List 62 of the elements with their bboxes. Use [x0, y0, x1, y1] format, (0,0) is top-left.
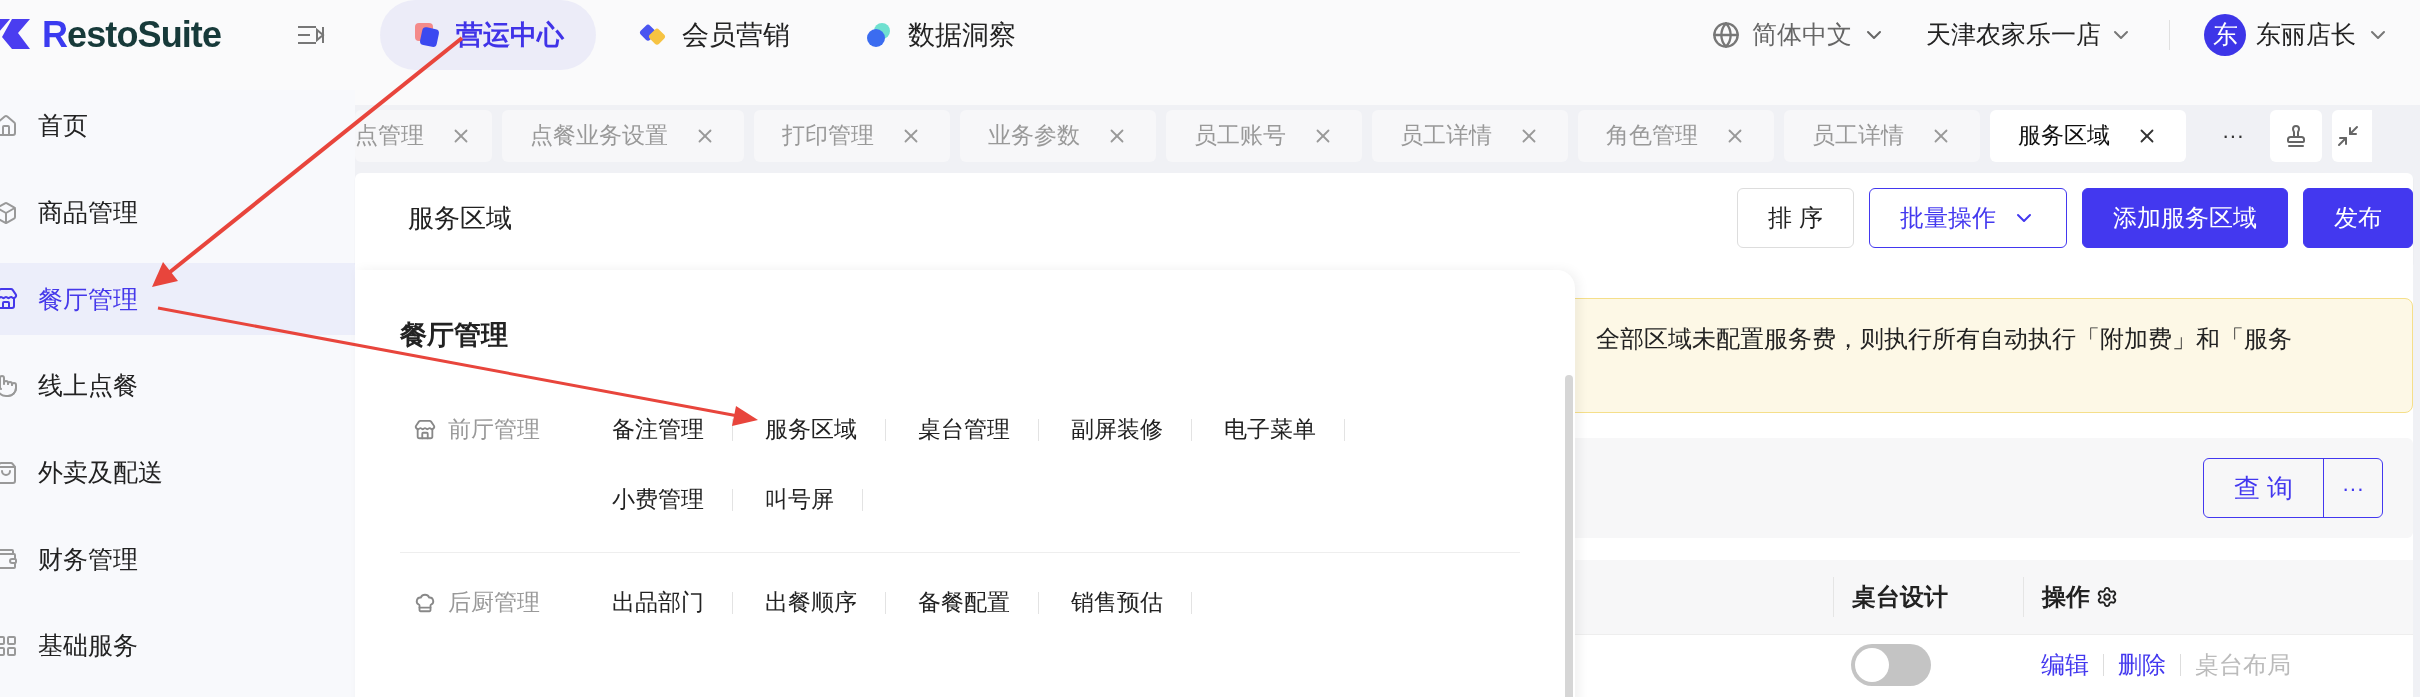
- more-tabs-button[interactable]: ···: [2216, 119, 2250, 152]
- row-action-link[interactable]: 编辑: [2041, 647, 2089, 683]
- menu-link[interactable]: 出餐顺序: [765, 585, 857, 620]
- sidebar-item[interactable]: 基础服务: [0, 610, 355, 683]
- sidebar-item[interactable]: 线上点餐: [0, 350, 355, 422]
- menu-link[interactable]: 小费管理: [612, 482, 704, 517]
- collapse-icon[interactable]: [296, 23, 327, 47]
- header-button[interactable]: 发布: [2303, 188, 2413, 248]
- header-button[interactable]: 排 序: [1737, 188, 1854, 248]
- menu-link[interactable]: 销售预估: [1071, 585, 1163, 620]
- minimize-button[interactable]: [2332, 109, 2372, 162]
- popup-title: 餐厅管理: [400, 319, 509, 352]
- store-icon: [0, 287, 18, 312]
- language-dropdown[interactable]: 简体中文: [1752, 16, 1886, 54]
- more-button[interactable]: ···: [2324, 459, 2382, 517]
- globe-icon: [1712, 21, 1740, 49]
- group-label: 前厅管理: [448, 415, 540, 445]
- toggle-switch[interactable]: [1851, 644, 1931, 686]
- page-title: 服务区域: [408, 201, 512, 235]
- top-nav-tab[interactable]: 会员营销: [606, 0, 822, 70]
- sidebar-item[interactable]: 餐厅管理: [0, 263, 355, 336]
- header-button[interactable]: 添加服务区域: [2082, 188, 2288, 248]
- group-label: 后厨管理: [448, 588, 540, 618]
- hand-icon: [0, 374, 18, 398]
- menu-link[interactable]: 服务区域: [765, 412, 857, 447]
- settings-icon[interactable]: [2096, 586, 2118, 608]
- notice-text: 全部区域未配置服务费，则执行所有自动执行「附加费」和「服务: [1596, 324, 2292, 354]
- grid-icon: [0, 634, 18, 659]
- column-header: 操作: [2042, 582, 2090, 612]
- scrollbar[interactable]: [1565, 375, 1573, 697]
- box-icon: [0, 200, 18, 225]
- page-tab[interactable]: 服务区域: [1990, 109, 2186, 162]
- top-nav-tab[interactable]: 营运中心: [380, 0, 596, 70]
- menu-link[interactable]: 出品部门: [612, 585, 704, 620]
- chef-hat-icon: [414, 591, 436, 614]
- sidebar-item[interactable]: 首页: [0, 90, 355, 162]
- stamp-button[interactable]: [2270, 109, 2322, 162]
- header-button[interactable]: 批量操作: [1869, 188, 2067, 248]
- menu-link[interactable]: 叫号屏: [765, 482, 834, 517]
- menu-link[interactable]: 备餐配置: [918, 585, 1010, 620]
- menu-link[interactable]: 电子菜单: [1224, 412, 1316, 447]
- menu-link[interactable]: 桌台管理: [918, 412, 1010, 447]
- store-icon: [414, 418, 436, 441]
- logo-text: RestoSuite: [42, 13, 222, 57]
- sidebar-item[interactable]: 商品管理: [0, 176, 355, 249]
- menu-link[interactable]: 备注管理: [612, 412, 704, 447]
- minimize-icon: [2336, 123, 2360, 148]
- menu-link[interactable]: 副屏装修: [1071, 412, 1163, 447]
- bag-icon: [0, 460, 18, 485]
- query-button[interactable]: 查 询: [2203, 459, 2324, 517]
- sidebar-item[interactable]: 财务管理: [0, 523, 355, 596]
- user-dropdown[interactable]: 东丽店长: [2256, 16, 2390, 54]
- column-header: 桌台设计: [1852, 582, 1948, 612]
- top-nav-tab[interactable]: 数据洞察: [832, 0, 1048, 70]
- wallet-icon: [0, 547, 18, 572]
- squares-icon: [412, 20, 442, 50]
- home-icon: [0, 113, 18, 138]
- sidebar-item[interactable]: 外卖及配送: [0, 436, 355, 509]
- stamp-icon: [2284, 123, 2308, 148]
- store-dropdown[interactable]: 天津农家乐一店: [1926, 16, 2133, 54]
- row-action-link[interactable]: 删除: [2118, 647, 2166, 683]
- user-avatar: 东: [2204, 14, 2246, 56]
